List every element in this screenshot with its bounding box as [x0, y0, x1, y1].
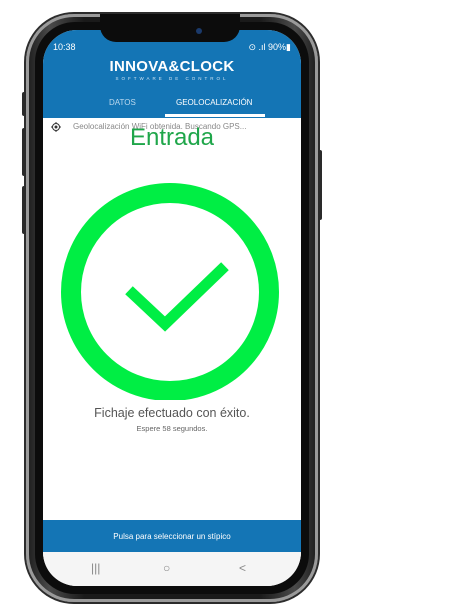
back-icon[interactable]: < [239, 561, 246, 575]
app-logo-text: INNOVA&CLOCK [109, 58, 235, 75]
volume-up-button [22, 128, 26, 176]
entrada-label: Entrada [129, 124, 215, 151]
android-nav-bar: ||| ○ < [43, 552, 301, 586]
app-header: 10:38 ⊙ .ıl 90%▮ INNOVA&CLOCK SOFTWARE D… [43, 30, 301, 118]
status-time: 10:38 [53, 42, 76, 52]
volume-down-button [22, 186, 26, 234]
select-stipico-button[interactable]: Pulsa para seleccionar un stípico [43, 520, 301, 552]
success-check-icon [61, 183, 279, 400]
status-indicators: ⊙ .ıl 90%▮ [248, 42, 291, 52]
tab-datos[interactable]: DATOS [109, 98, 136, 107]
phone-screen: 10:38 ⊙ .ıl 90%▮ INNOVA&CLOCK SOFTWARE D… [43, 30, 301, 586]
success-message: Fichaje efectuado con éxito. [94, 406, 250, 420]
side-button [22, 92, 26, 116]
power-button [318, 150, 322, 220]
select-stipico-label: Pulsa para seleccionar un stípico [113, 532, 231, 541]
phone-notch [100, 14, 240, 42]
countdown-text: Espere 58 segundos. [136, 424, 208, 433]
recent-apps-icon[interactable]: ||| [91, 561, 100, 575]
active-tab-indicator [165, 114, 265, 117]
home-icon[interactable]: ○ [163, 561, 170, 575]
app-logo-subtitle: SOFTWARE DE CONTROL [115, 76, 229, 81]
camera-dot [196, 28, 202, 34]
tab-geolocalizacion[interactable]: GEOLOCALIZACIÓN [176, 98, 252, 107]
